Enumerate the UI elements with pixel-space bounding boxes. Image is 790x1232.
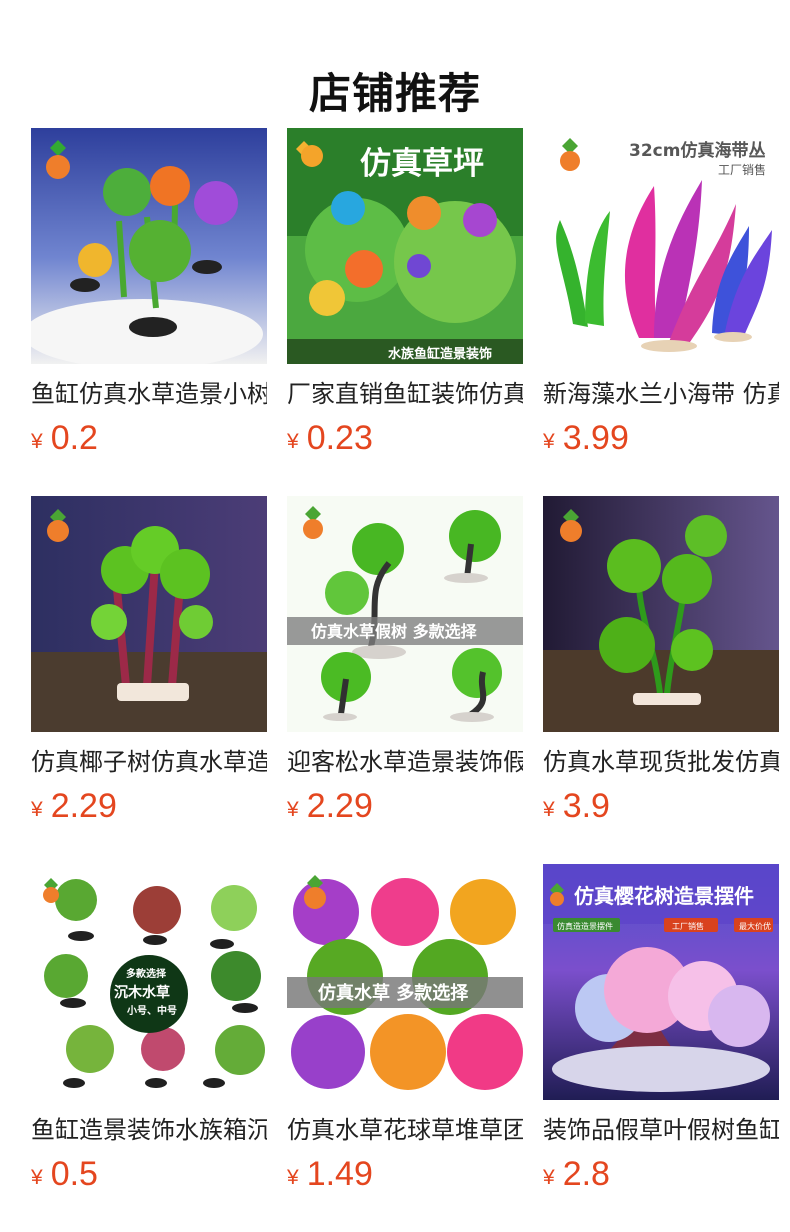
product-card-7[interactable]: 多款选择 沉木水草 小号、中号 鱼缸造景装饰水族箱沉木水草 ¥0.5 bbox=[31, 864, 267, 1196]
product-image[interactable]: 32cm仿真海带丛 工厂销售 bbox=[543, 128, 779, 364]
image-banner-subtitle: 工厂销售 bbox=[718, 162, 766, 177]
product-image[interactable]: 多款选择 沉木水草 小号、中号 bbox=[31, 864, 267, 1100]
product-card-3[interactable]: 32cm仿真海带丛 工厂销售 新海藻水兰小海带 仿真水草 ¥3.99 bbox=[543, 128, 779, 460]
aquarium-plant-image: 仿真水草假树 多款选择 bbox=[287, 496, 523, 732]
product-card-9[interactable]: 仿真樱花树造景摆件 仿真造造景摆件 工厂销售 最大价优 装饰品假草叶假树鱼缸造景… bbox=[543, 864, 779, 1196]
product-title[interactable]: 仿真水草花球草堆草团 bbox=[287, 1113, 523, 1147]
price-amount: 3.9 bbox=[562, 787, 610, 825]
image-banner-text: 仿真水草假树 多款选择 bbox=[311, 622, 478, 641]
product-price: ¥3.99 bbox=[543, 416, 779, 460]
product-title[interactable]: 鱼缸造景装饰水族箱沉木水草 bbox=[31, 1113, 267, 1147]
price-amount: 2.29 bbox=[306, 787, 373, 825]
image-banner-title: 32cm仿真海带丛 bbox=[629, 140, 765, 161]
price-amount: 3.99 bbox=[562, 419, 629, 457]
aquarium-plant-image: 32cm仿真海带丛 工厂销售 bbox=[543, 128, 779, 364]
product-title[interactable]: 鱼缸仿真水草造景小树装饰 bbox=[31, 377, 267, 411]
aquarium-plant-image: 多款选择 沉木水草 小号、中号 bbox=[31, 864, 267, 1100]
currency-symbol: ¥ bbox=[31, 798, 43, 821]
image-tag-3: 最大价优 bbox=[739, 921, 771, 931]
aquarium-plant-image: 仿真樱花树造景摆件 仿真造造景摆件 工厂销售 最大价优 bbox=[543, 864, 779, 1100]
currency-symbol: ¥ bbox=[543, 430, 555, 453]
price-amount: 1.49 bbox=[306, 1155, 373, 1193]
currency-symbol: ¥ bbox=[287, 798, 299, 821]
aquarium-plant-image bbox=[31, 496, 267, 732]
image-badge-bottom: 小号、中号 bbox=[126, 1004, 177, 1017]
aquarium-plant-image: 仿真草坪 水族鱼缸造景装饰 bbox=[287, 128, 523, 364]
product-image[interactable]: 仿真水草假树 多款选择 bbox=[287, 496, 523, 732]
product-image[interactable] bbox=[31, 128, 267, 364]
price-amount: 2.8 bbox=[562, 1155, 610, 1193]
product-image[interactable]: 仿真樱花树造景摆件 仿真造造景摆件 工厂销售 最大价优 bbox=[543, 864, 779, 1100]
image-badge-main: 沉木水草 bbox=[114, 984, 170, 1001]
product-price: ¥0.5 bbox=[31, 1152, 267, 1196]
currency-symbol: ¥ bbox=[31, 1166, 43, 1189]
product-image[interactable] bbox=[31, 496, 267, 732]
price-amount: 0.2 bbox=[50, 419, 98, 457]
product-price: ¥2.29 bbox=[287, 784, 523, 828]
image-tag-1: 仿真造造景摆件 bbox=[557, 921, 613, 931]
product-image[interactable]: 仿真水草 多款选择 bbox=[287, 864, 523, 1100]
aquarium-plant-image: 仿真水草 多款选择 bbox=[287, 864, 523, 1100]
product-card-1[interactable]: 鱼缸仿真水草造景小树装饰 ¥0.2 bbox=[31, 128, 267, 460]
product-price: ¥2.8 bbox=[543, 1152, 779, 1196]
product-card-5[interactable]: 仿真水草假树 多款选择 迎客松水草造景装饰假树 ¥2.29 bbox=[287, 496, 523, 828]
price-amount: 2.29 bbox=[50, 787, 117, 825]
product-image[interactable] bbox=[543, 496, 779, 732]
price-amount: 0.23 bbox=[306, 419, 373, 457]
product-title[interactable]: 仿真椰子树仿真水草造景 bbox=[31, 745, 267, 779]
product-price: ¥2.29 bbox=[31, 784, 267, 828]
aquarium-plant-image bbox=[543, 496, 779, 732]
currency-symbol: ¥ bbox=[31, 430, 43, 453]
image-badge-top: 多款选择 bbox=[126, 967, 167, 980]
product-price: ¥3.9 bbox=[543, 784, 779, 828]
product-title[interactable]: 新海藻水兰小海带 仿真水草 bbox=[543, 377, 779, 411]
product-price: ¥0.2 bbox=[31, 416, 267, 460]
image-banner-title: 仿真草坪 bbox=[360, 146, 484, 182]
product-title[interactable]: 迎客松水草造景装饰假树 bbox=[287, 745, 523, 779]
image-banner-text: 仿真水草 多款选择 bbox=[318, 982, 469, 1004]
product-price: ¥0.23 bbox=[287, 416, 523, 460]
currency-symbol: ¥ bbox=[287, 1166, 299, 1189]
currency-symbol: ¥ bbox=[543, 1166, 555, 1189]
product-card-2[interactable]: 仿真草坪 水族鱼缸造景装饰 厂家直销鱼缸装饰仿真水草 ¥0.23 bbox=[287, 128, 523, 460]
product-image[interactable]: 仿真草坪 水族鱼缸造景装饰 bbox=[287, 128, 523, 364]
product-title[interactable]: 装饰品假草叶假树鱼缸造景 bbox=[543, 1113, 779, 1147]
image-banner-title: 仿真樱花树造景摆件 bbox=[574, 884, 754, 908]
page-title: 店铺推荐 bbox=[308, 69, 481, 119]
aquarium-plant-image bbox=[31, 128, 267, 364]
product-title[interactable]: 仿真水草现货批发仿真植物 bbox=[543, 745, 779, 779]
product-card-4[interactable]: 仿真椰子树仿真水草造景 ¥2.29 bbox=[31, 496, 267, 828]
product-price: ¥1.49 bbox=[287, 1152, 523, 1196]
product-card-8[interactable]: 仿真水草 多款选择 仿真水草花球草堆草团 ¥1.49 bbox=[287, 864, 523, 1196]
currency-symbol: ¥ bbox=[287, 430, 299, 453]
product-card-6[interactable]: 仿真水草现货批发仿真植物 ¥3.9 bbox=[543, 496, 779, 828]
price-amount: 0.5 bbox=[50, 1155, 98, 1193]
product-grid: 鱼缸仿真水草造景小树装饰 ¥0.2 仿真草坪 水族鱼缸造景 bbox=[31, 128, 790, 1196]
currency-symbol: ¥ bbox=[543, 798, 555, 821]
product-title[interactable]: 厂家直销鱼缸装饰仿真水草 bbox=[287, 377, 523, 411]
image-tag-2: 工厂销售 bbox=[672, 921, 704, 931]
image-banner-footer: 水族鱼缸造景装饰 bbox=[388, 346, 492, 362]
